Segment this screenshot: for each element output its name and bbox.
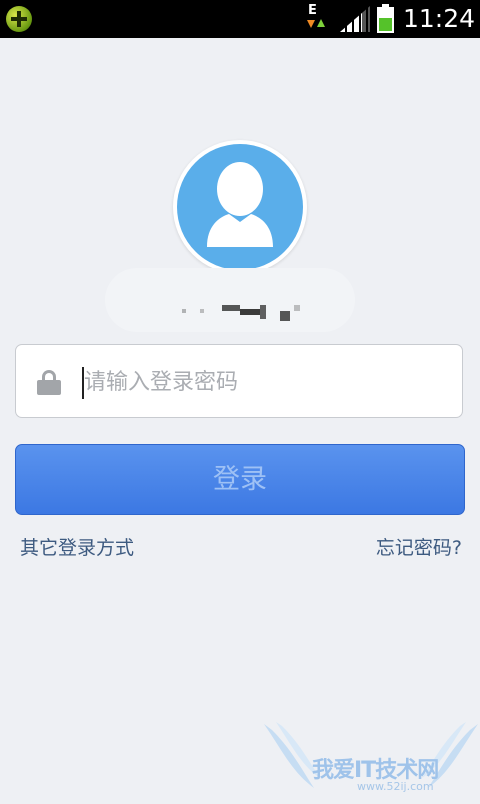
download-arrow-icon	[307, 20, 315, 28]
lock-icon	[37, 370, 61, 395]
forgot-password-link[interactable]: 忘记密码?	[376, 535, 462, 561]
status-time: 11:24	[403, 4, 476, 33]
signal-strength-icon	[340, 6, 370, 32]
other-login-methods-link[interactable]: 其它登录方式	[20, 535, 134, 561]
user-avatar[interactable]	[173, 140, 307, 274]
app-notification-icon[interactable]	[6, 6, 32, 32]
user-silhouette-icon	[207, 162, 273, 247]
watermark: 我爱IT技术网 www.52ij.com	[262, 720, 480, 800]
password-field[interactable]	[15, 344, 463, 418]
battery-icon	[377, 4, 394, 33]
watermark-url: www.52ij.com	[357, 780, 434, 793]
login-button[interactable]: 登录	[15, 444, 465, 515]
username-area	[105, 268, 355, 332]
network-type-label: E	[308, 3, 317, 18]
password-input[interactable]	[84, 362, 444, 402]
status-bar: E 11:24	[0, 0, 480, 38]
data-network-icon: E	[305, 3, 325, 35]
upload-arrow-icon	[317, 19, 325, 27]
